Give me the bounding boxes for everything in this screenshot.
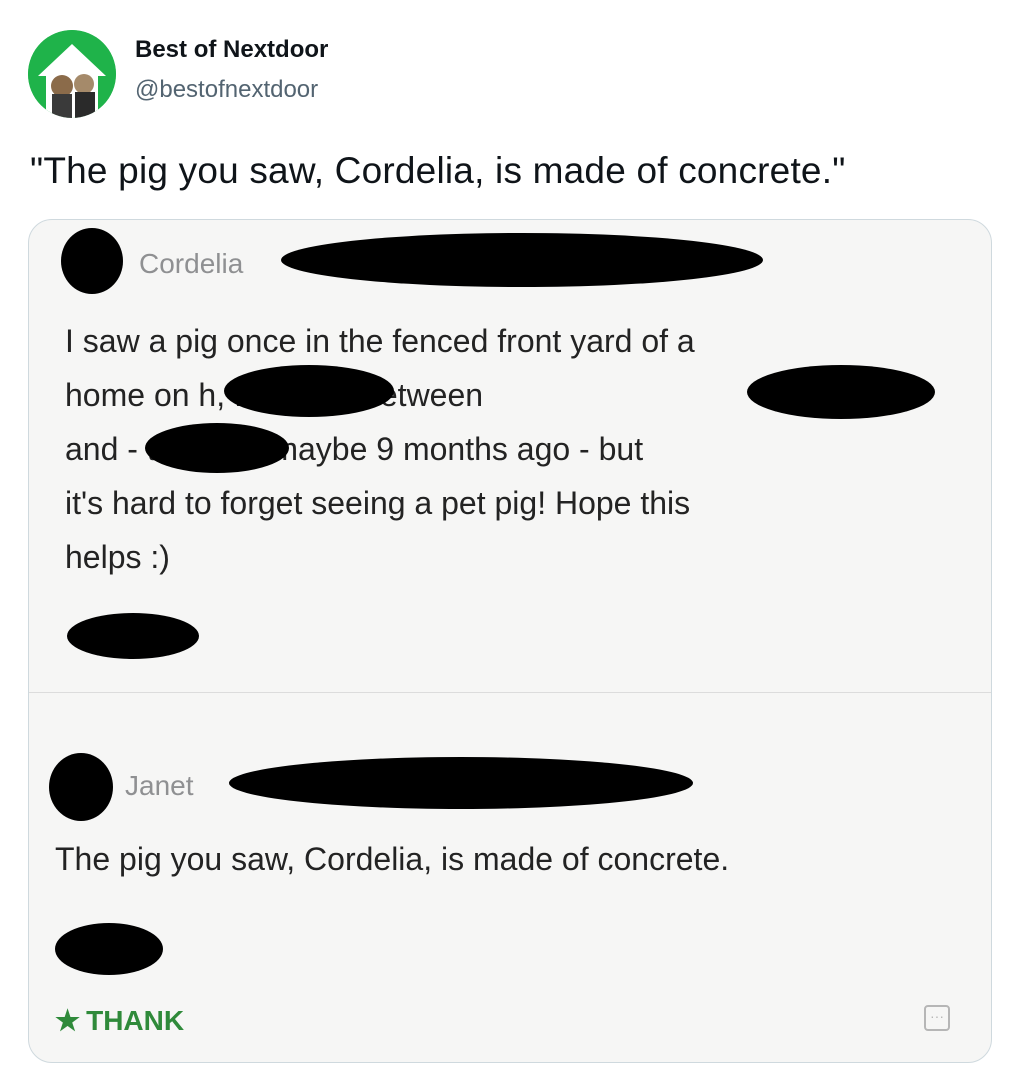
house-logo-icon [28, 30, 116, 118]
more-options-icon[interactable]: ··· [924, 1005, 950, 1031]
tweet-media-card[interactable]: Cordelia I saw a pig once in the fenced … [28, 219, 992, 1063]
redacted-timestamp [67, 613, 199, 659]
tweet-text: "The pig you saw, Cordelia, is made of c… [30, 150, 846, 191]
account-name[interactable]: Best of Nextdoor [135, 36, 328, 64]
redacted-street [224, 365, 394, 417]
redacted-avatar [49, 753, 113, 821]
redacted-name [229, 757, 693, 809]
redacted-name [281, 233, 763, 287]
comment-divider [29, 692, 991, 693]
redacted-cross-street-2 [145, 423, 289, 473]
redacted-cross-street-1 [747, 365, 935, 419]
star-icon: ★ [55, 1005, 81, 1036]
commenter-name: Cordelia [139, 248, 244, 279]
comment-text: The pig you saw, Cordelia, is made of co… [55, 841, 730, 877]
redacted-timestamp [55, 923, 163, 975]
thank-button[interactable]: ★ THANK [55, 1004, 184, 1037]
thank-label: THANK [86, 1004, 185, 1036]
account-handle[interactable]: @bestofnextdoor [135, 76, 318, 104]
commenter-name: Janet [125, 770, 194, 801]
avatar[interactable] [28, 30, 116, 118]
redacted-avatar [61, 228, 123, 294]
